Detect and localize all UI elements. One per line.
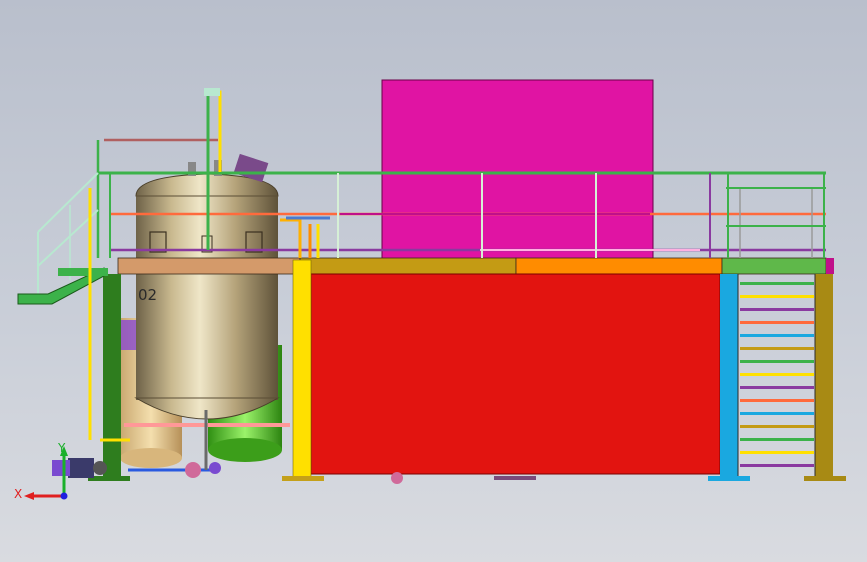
column-left-green — [103, 274, 121, 480]
stair-tread — [740, 360, 814, 363]
stair-tread — [740, 295, 814, 298]
stair-tread — [740, 399, 814, 402]
stair-tread — [740, 464, 814, 467]
stair-tread — [740, 282, 814, 285]
stair-tread — [740, 373, 814, 376]
stair-tread — [740, 425, 814, 428]
tank-tag-label: 02 — [138, 286, 157, 304]
footplates — [88, 476, 846, 481]
control-cabinet[interactable] — [381, 79, 654, 261]
column-olive — [815, 274, 833, 478]
stair-tread — [740, 334, 814, 337]
staircase[interactable] — [737, 274, 816, 476]
stair-tread — [740, 412, 814, 415]
column-cyan — [720, 274, 738, 478]
stair-tread — [740, 438, 814, 441]
column-yellow — [292, 259, 312, 479]
pump-motor-icon[interactable] — [52, 458, 107, 478]
stair-tread — [740, 308, 814, 311]
stair-tread — [740, 347, 814, 350]
stair-tread — [740, 386, 814, 389]
cad-viewport[interactable]: 02 Y X — [0, 0, 867, 562]
stair-tread — [740, 451, 814, 454]
stair-tread — [740, 321, 814, 324]
platform-deck[interactable] — [117, 257, 834, 275]
axis-x-label: X — [14, 487, 22, 501]
base-enclosure[interactable] — [310, 273, 721, 475]
axis-y-label: Y — [57, 441, 66, 455]
